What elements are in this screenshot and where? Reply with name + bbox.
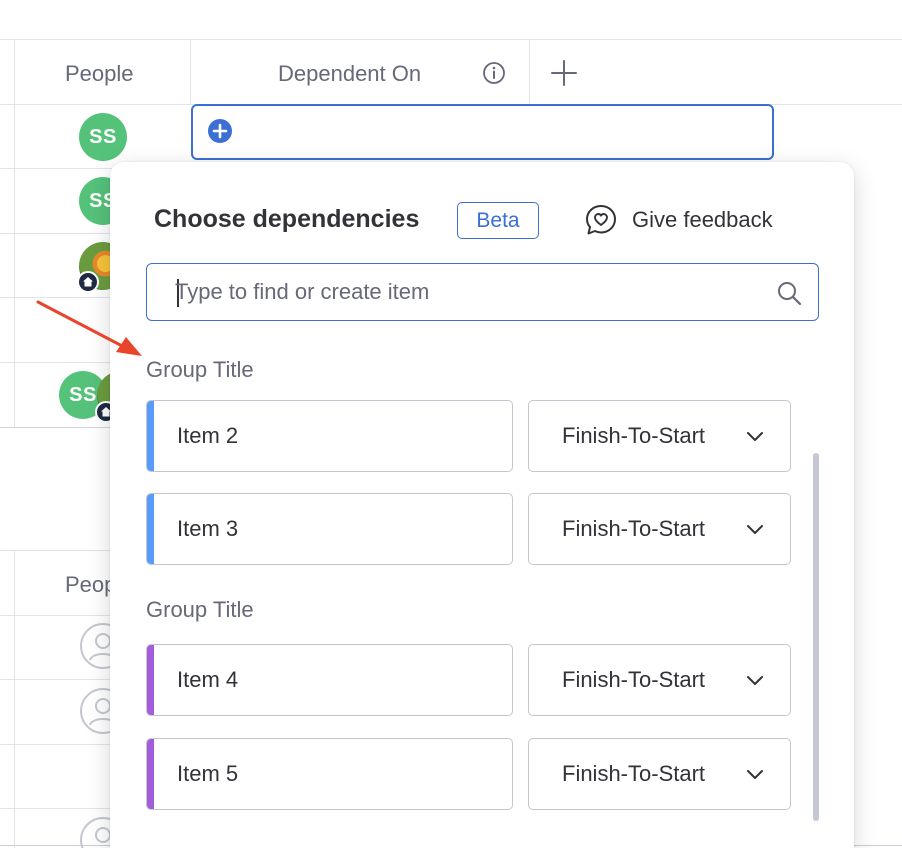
group-color-bar (147, 739, 154, 809)
dependency-type-value: Finish-To-Start (562, 761, 706, 786)
search-box[interactable] (146, 263, 819, 321)
chevron-down-icon (747, 770, 763, 779)
grid-line (0, 168, 112, 169)
grid-line (0, 39, 902, 40)
info-icon[interactable] (482, 61, 506, 85)
add-dependency-icon[interactable] (207, 118, 233, 144)
column-header-dependent-on[interactable]: Dependent On (278, 61, 421, 87)
item-name: Item 4 (177, 667, 239, 692)
group-bottom-edge (0, 427, 112, 428)
column-header-people[interactable]: People (65, 61, 134, 87)
grid-line (0, 808, 112, 809)
item-name: Item 2 (177, 423, 239, 448)
dependency-type-value: Finish-To-Start (562, 516, 706, 541)
avatar[interactable]: SS (79, 113, 127, 161)
grid-line (0, 615, 112, 616)
group-color-bar (147, 494, 154, 564)
dependency-type-select[interactable]: Finish-To-Start (528, 644, 791, 716)
feedback-heart-icon (586, 205, 616, 235)
column-header-people[interactable]: Peop (65, 572, 116, 598)
chevron-down-icon (747, 432, 763, 441)
item-name: Item 5 (177, 761, 239, 786)
grid-line (0, 744, 112, 745)
group-color-bar (147, 645, 154, 715)
grid-line (529, 39, 530, 104)
group-color-bar (147, 401, 154, 471)
grid-line (14, 39, 15, 428)
dependency-type-value: Finish-To-Start (562, 423, 706, 448)
group-title: Group Title (146, 597, 254, 622)
dependency-type-select[interactable]: Finish-To-Start (528, 400, 791, 472)
home-icon (77, 271, 99, 293)
dependency-item[interactable]: Item 5 (146, 738, 513, 810)
grid-line (0, 550, 112, 551)
add-column-icon[interactable] (550, 59, 578, 87)
beta-badge: Beta (457, 202, 539, 239)
dependency-type-select[interactable]: Finish-To-Start (528, 738, 791, 810)
dependency-type-select[interactable]: Finish-To-Start (528, 493, 791, 565)
dependencies-popover: Choose dependencies Beta Give feedback G… (110, 162, 854, 848)
chevron-down-icon (747, 525, 763, 534)
annotation-arrow-icon (36, 300, 142, 356)
chevron-down-icon (747, 676, 763, 685)
dependency-item[interactable]: Item 2 (146, 400, 513, 472)
search-input[interactable] (175, 264, 755, 320)
grid-line (190, 39, 191, 104)
grid-line (0, 362, 112, 363)
dependent-on-cell[interactable] (191, 104, 774, 160)
dependency-item[interactable]: Item 3 (146, 493, 513, 565)
item-name: Item 3 (177, 516, 239, 541)
popover-scrollbar[interactable] (813, 453, 819, 821)
search-icon[interactable] (776, 280, 802, 306)
dependency-type-value: Finish-To-Start (562, 667, 706, 692)
grid-line (0, 679, 112, 680)
give-feedback-button[interactable]: Give feedback (584, 200, 773, 240)
grid-line (0, 233, 112, 234)
grid-line (14, 550, 15, 848)
dependency-item[interactable]: Item 4 (146, 644, 513, 716)
give-feedback-label: Give feedback (632, 207, 773, 232)
group-title: Group Title (146, 357, 254, 382)
popover-title: Choose dependencies (154, 205, 420, 233)
